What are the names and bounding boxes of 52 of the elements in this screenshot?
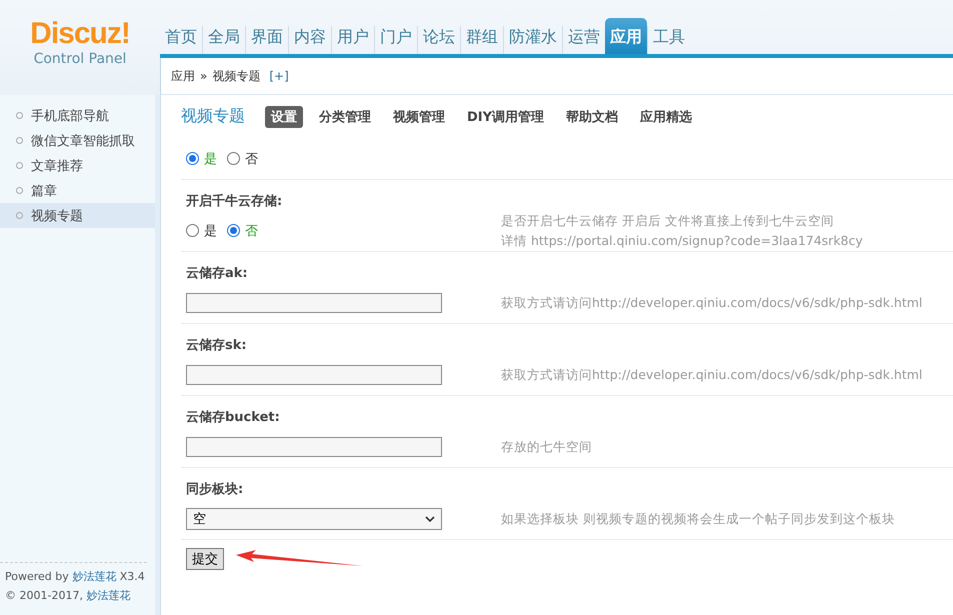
radio-option[interactable]: 是 xyxy=(186,222,217,240)
nav-tab[interactable]: 界面 xyxy=(245,26,288,54)
page-tab[interactable]: 设置 xyxy=(265,106,303,128)
page-tab[interactable]: 应用精选 xyxy=(634,106,698,128)
setting-hint: 是否开启七牛云储存 开启后 文件将直接上传到七牛云空间 xyxy=(501,212,835,230)
input-field[interactable] xyxy=(186,436,442,456)
setting-hint: 获取方式请访问http://developer.qiniu.com/docs/v6/sdk/php-sdk.html xyxy=(501,366,922,384)
breadcrumb-current: 视频专题 xyxy=(212,68,260,85)
setting-label: 云储存sk: xyxy=(186,337,247,354)
logo-text: Discuz! xyxy=(30,18,130,50)
add-link[interactable]: [+] xyxy=(269,69,289,84)
input-field[interactable] xyxy=(186,364,442,384)
page-title: 视频专题 xyxy=(181,106,245,127)
nav-tab[interactable]: 全局 xyxy=(202,26,245,54)
setting-hint: 详情 https://portal.qiniu.com/signup?code=3laa174srk8cy xyxy=(501,232,863,250)
input-field[interactable] xyxy=(186,292,442,312)
setting-hint: 如果选择板块 则视频专题的视频将会生成一个帖子同步发到这个板块 xyxy=(501,510,895,528)
nav-tab[interactable]: 工具 xyxy=(647,26,690,54)
sidebar-item[interactable]: 微信文章智能抓取 xyxy=(0,128,155,153)
setting-hint: 存放的七牛空间 xyxy=(501,438,592,456)
setting-hint: 获取方式请访问http://developer.qiniu.com/docs/v6/sdk/php-sdk.html xyxy=(501,294,922,312)
sidebar-item[interactable]: 手机底部导航 xyxy=(0,103,155,128)
logo-subtitle: Control Panel xyxy=(34,50,126,68)
chevron-down-icon xyxy=(425,516,435,522)
nav-tab[interactable]: 应用 xyxy=(605,18,647,54)
nav-tab[interactable]: 门户 xyxy=(374,26,417,54)
radio-option[interactable]: 否 xyxy=(227,150,258,168)
setting-label: 云储存ak: xyxy=(186,265,248,282)
nav-tab[interactable]: 论坛 xyxy=(417,26,460,54)
page-tab[interactable]: 帮助文档 xyxy=(560,106,624,128)
sidebar-item[interactable]: 篇章 xyxy=(0,178,155,203)
select-field[interactable]: 空 xyxy=(186,508,442,530)
powered-by-text: Powered by 妙法莲花 X3.4 xyxy=(5,569,146,585)
nav-tab[interactable]: 防灌水 xyxy=(503,26,562,54)
setting-label: 同步板块: xyxy=(186,481,244,498)
nav-tab[interactable]: 用户 xyxy=(331,26,374,54)
breadcrumb-separator: » xyxy=(200,69,208,84)
page-tab[interactable]: 视频管理 xyxy=(387,106,451,128)
radio-option[interactable]: 否 xyxy=(227,222,258,240)
page-tab[interactable]: DIY调用管理 xyxy=(461,106,550,128)
radio-option[interactable]: 是 xyxy=(186,150,217,168)
nav-tab[interactable]: 群组 xyxy=(460,26,503,54)
copyright-text: © 2001-2017, 妙法莲花 xyxy=(5,588,132,604)
sidebar-item[interactable]: 视频专题 xyxy=(0,203,155,228)
setting-label: 云储存bucket: xyxy=(186,409,280,426)
sidebar-item[interactable]: 文章推荐 xyxy=(0,153,155,178)
page-tab[interactable]: 分类管理 xyxy=(313,106,377,128)
nav-tab[interactable]: 首页 xyxy=(160,26,202,54)
breadcrumb-link[interactable]: 应用 xyxy=(171,68,195,85)
submit-button[interactable]: 提交 xyxy=(186,548,224,570)
nav-tab[interactable]: 内容 xyxy=(288,26,331,54)
setting-label: 开启千牛云存储: xyxy=(186,192,282,210)
